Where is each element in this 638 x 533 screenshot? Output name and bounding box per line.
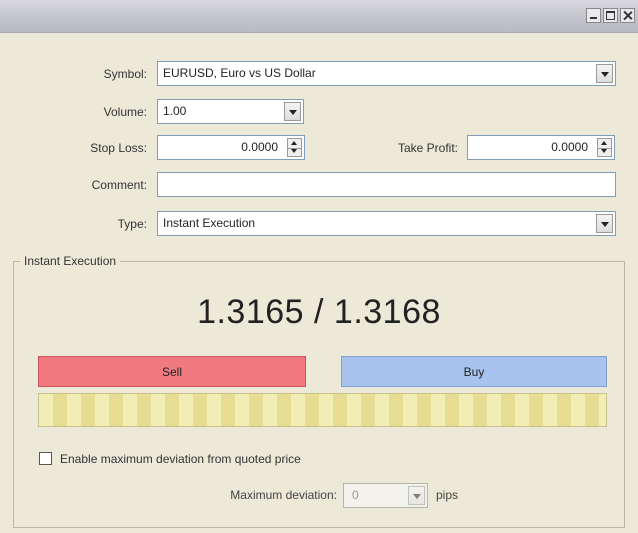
ask-price: 1.3168: [333, 293, 441, 331]
volume-select[interactable]: 1.00: [157, 99, 304, 124]
close-order-button[interactable]: [38, 393, 607, 427]
spin-down-icon[interactable]: [288, 147, 301, 156]
take-profit-value: 0.0000: [551, 140, 588, 154]
take-profit-spinner[interactable]: [597, 138, 612, 157]
max-deviation-select[interactable]: 0: [343, 483, 428, 508]
maximize-icon[interactable]: [603, 8, 618, 23]
take-profit-field[interactable]: 0.0000: [467, 135, 615, 160]
symbol-label: Symbol:: [103, 67, 147, 81]
type-label: Type:: [117, 217, 147, 231]
comment-label: Comment:: [91, 178, 147, 192]
type-value: Instant Execution: [163, 216, 256, 230]
chevron-down-icon[interactable]: [596, 64, 613, 83]
sell-button[interactable]: Sell: [38, 356, 306, 387]
chevron-down-icon[interactable]: [408, 486, 425, 505]
volume-value: 1.00: [163, 104, 187, 118]
max-deviation-value: 0: [352, 488, 359, 502]
spin-down-icon[interactable]: [598, 147, 611, 156]
enable-deviation-checkbox[interactable]: [39, 452, 52, 465]
title-bar: [0, 0, 638, 33]
price-separator: /: [304, 293, 334, 331]
symbol-value: EURUSD, Euro vs US Dollar: [163, 66, 316, 80]
stop-loss-label: Stop Loss:: [90, 141, 147, 155]
group-title: Instant Execution: [20, 251, 121, 271]
close-icon[interactable]: [620, 8, 635, 23]
type-select[interactable]: Instant Execution: [157, 211, 616, 236]
max-deviation-label: Maximum deviation:: [230, 488, 337, 502]
enable-deviation-label: Enable maximum deviation from quoted pri…: [60, 452, 301, 466]
stop-loss-field[interactable]: 0.0000: [157, 135, 305, 160]
symbol-select[interactable]: EURUSD, Euro vs US Dollar: [157, 61, 616, 86]
chevron-down-icon[interactable]: [284, 102, 301, 121]
buy-button[interactable]: Buy: [341, 356, 607, 387]
stop-loss-value: 0.0000: [241, 140, 278, 154]
comment-input[interactable]: [157, 172, 616, 197]
pips-label: pips: [436, 488, 459, 502]
chevron-down-icon[interactable]: [596, 214, 613, 233]
bid-price: 1.3165: [197, 293, 305, 331]
minimize-icon[interactable]: [586, 8, 601, 23]
quote-display: 1.3165 / 1.3168: [0, 293, 638, 332]
take-profit-label: Take Profit:: [397, 141, 458, 155]
volume-label: Volume:: [103, 105, 147, 119]
stop-loss-spinner[interactable]: [287, 138, 302, 157]
